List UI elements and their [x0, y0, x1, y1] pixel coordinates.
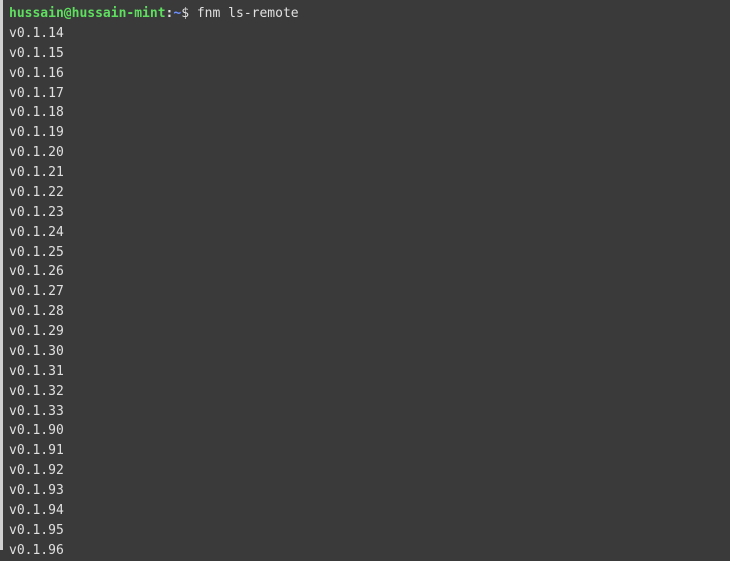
output-line: v0.1.17 [9, 84, 730, 104]
output-line: v0.1.31 [9, 362, 730, 382]
output-line: v0.1.18 [9, 103, 730, 123]
output-line: v0.1.30 [9, 342, 730, 362]
output-line: v0.1.94 [9, 501, 730, 521]
prompt-command: fnm ls-remote [197, 6, 299, 21]
output-line: v0.1.24 [9, 223, 730, 243]
output-line: v0.1.19 [9, 123, 730, 143]
output-line: v0.1.96 [9, 541, 730, 561]
output-line: v0.1.28 [9, 302, 730, 322]
output-line: v0.1.22 [9, 183, 730, 203]
prompt-dollar: $ [181, 6, 197, 21]
output-line: v0.1.29 [9, 322, 730, 342]
output-line: v0.1.15 [9, 44, 730, 64]
output-line: v0.1.90 [9, 421, 730, 441]
output-line: v0.1.26 [9, 262, 730, 282]
output-line: v0.1.20 [9, 143, 730, 163]
output-line: v0.1.95 [9, 521, 730, 541]
output-line: v0.1.27 [9, 282, 730, 302]
output-line: v0.1.25 [9, 243, 730, 263]
output-line: v0.1.23 [9, 203, 730, 223]
output-line: v0.1.92 [9, 461, 730, 481]
output-line: v0.1.21 [9, 163, 730, 183]
output-line: v0.1.14 [9, 24, 730, 44]
output-line: v0.1.32 [9, 382, 730, 402]
output-line: v0.1.93 [9, 481, 730, 501]
prompt-user-host: hussain@hussain-mint [9, 6, 166, 21]
prompt-line: hussain@hussain-mint:~$ fnm ls-remote [9, 4, 730, 24]
output-line: v0.1.16 [9, 64, 730, 84]
terminal-window[interactable]: hussain@hussain-mint:~$ fnm ls-remote v0… [0, 0, 730, 550]
output-line: v0.1.33 [9, 402, 730, 422]
output-line: v0.1.91 [9, 441, 730, 461]
